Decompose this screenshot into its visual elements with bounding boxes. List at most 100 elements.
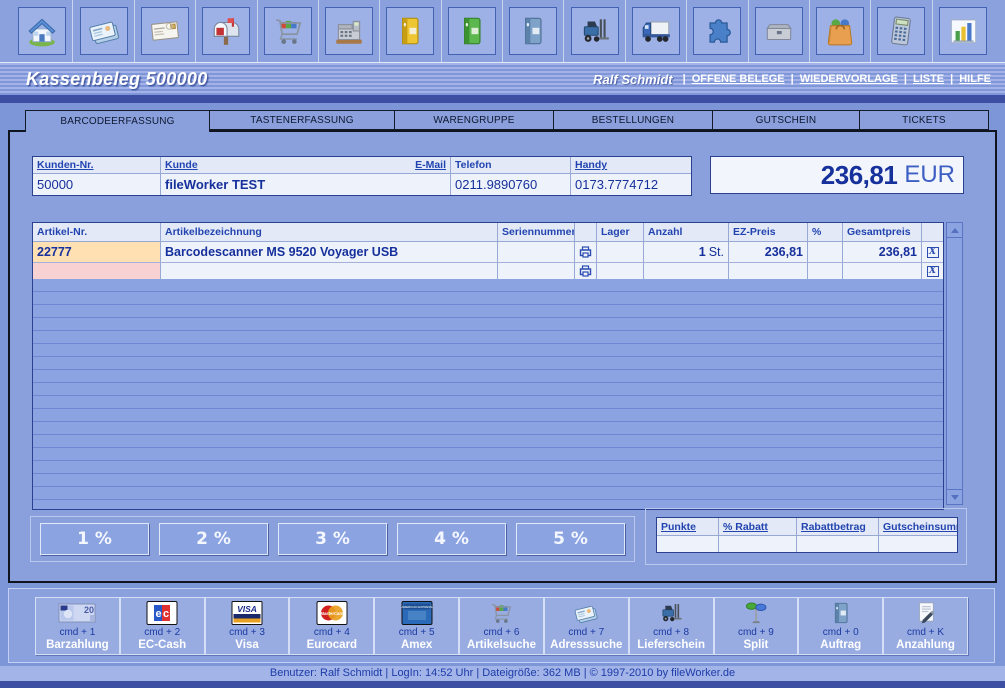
action-barzahlung-button[interactable]: 20cmd + 1Barzahlung	[35, 597, 120, 655]
action-visa-button[interactable]: VISAcmd + 3Visa	[205, 597, 290, 655]
customer-name-field[interactable]: fileWorker TEST	[161, 174, 451, 195]
tab-gutschein[interactable]: GUTSCHEIN	[712, 110, 860, 130]
toolbar-button-puzzle[interactable]	[693, 7, 741, 55]
tab-tickets[interactable]: TICKETS	[859, 110, 989, 130]
voucher-percent-header[interactable]: % Rabatt	[723, 521, 768, 533]
svg-text:c: c	[163, 608, 169, 620]
article-quantity-field[interactable]: 1St.	[644, 242, 729, 262]
toolbar-button-shopping-cart[interactable]	[264, 7, 312, 55]
voucher-amount-field[interactable]	[797, 536, 879, 552]
header-link-liste[interactable]: LISTE	[913, 73, 944, 85]
toolbar-button-shopping-bag[interactable]	[816, 7, 864, 55]
action-label: Split	[743, 639, 768, 652]
print-label-button[interactable]	[575, 242, 597, 262]
discount-2-percent-button[interactable]: 2 %	[159, 523, 268, 555]
customer-name-header[interactable]: Kunde	[165, 159, 198, 171]
toolbar-button-letter[interactable]	[141, 7, 189, 55]
toolbar-button-binder-yellow[interactable]	[386, 7, 434, 55]
article-unit-price-field[interactable]	[729, 263, 808, 279]
customer-mobile-field[interactable]: 0173.7774712	[571, 174, 691, 195]
print-label-button[interactable]	[575, 263, 597, 279]
shortcut-label: cmd + 6	[484, 626, 520, 639]
article-row-empty: X	[33, 263, 943, 279]
barcode-panel: Kunden-Nr. KundeE-Mail Telefon Handy 500…	[8, 130, 997, 583]
customer-mobile-header[interactable]: Handy	[575, 159, 607, 171]
col-delete	[922, 223, 943, 241]
toolbar-button-cash-register[interactable]	[325, 7, 373, 55]
article-quantity-field[interactable]	[644, 263, 729, 279]
delete-row-button[interactable]: X	[922, 263, 943, 279]
article-stock-field[interactable]	[597, 263, 644, 279]
delete-row-button[interactable]: X	[922, 242, 943, 262]
delete-x-icon[interactable]: X	[927, 247, 939, 258]
scroll-down-button[interactable]	[947, 489, 962, 504]
voucher-sum-field[interactable]	[879, 536, 957, 552]
article-unit-price-field[interactable]: 236,81	[729, 242, 808, 262]
tab-barcodeerfassung[interactable]: BARCODEERFASSUNG	[25, 110, 210, 132]
toolbar-button-binder-blue[interactable]	[509, 7, 557, 55]
toolbar-button-forklift[interactable]	[571, 7, 619, 55]
delete-x-icon[interactable]: X	[927, 266, 939, 277]
voucher-points-field[interactable]	[657, 536, 719, 552]
toolbar-cell	[809, 0, 870, 62]
action-ec-cash-button[interactable]: eccmd + 2EC-Cash	[120, 597, 205, 655]
tab-bestellungen[interactable]: BESTELLUNGEN	[553, 110, 713, 130]
toolbar-button-truck[interactable]	[632, 7, 680, 55]
voucher-amount-header[interactable]: Rabattbetrag	[801, 521, 866, 533]
discount-4-percent-button[interactable]: 4 %	[397, 523, 506, 555]
toolbar-button-calculator[interactable]	[877, 7, 925, 55]
printer-icon[interactable]	[579, 246, 592, 258]
tab-warengruppe[interactable]: WARENGRUPPE	[394, 110, 554, 130]
scroll-up-button[interactable]	[947, 223, 962, 238]
article-row: 22777 Barcodescanner MS 9520 Voyager USB…	[33, 242, 943, 263]
article-stock-field[interactable]	[597, 242, 644, 262]
voucher-sum-header[interactable]: Gutscheinsumme	[883, 521, 957, 533]
action-amex-button[interactable]: AMERICAN EXPRESScmd + 5Amex	[374, 597, 459, 655]
toolbar-button-bar-chart[interactable]	[939, 7, 987, 55]
action-adresssuche-button[interactable]: cmd + 7Adresssuche	[544, 597, 629, 655]
article-serial-field[interactable]	[498, 263, 575, 279]
total-amount: 236,81	[821, 160, 898, 191]
article-serial-field[interactable]	[498, 242, 575, 262]
action-artikelsuche-button[interactable]: cmd + 6Artikelsuche	[459, 597, 544, 655]
article-scrollbar[interactable]	[946, 222, 963, 505]
col-percent: %	[808, 223, 843, 241]
article-number-field[interactable]	[33, 263, 161, 279]
toolbar-button-toolbox[interactable]	[755, 7, 803, 55]
header-link-hilfe[interactable]: HILFE	[959, 73, 991, 85]
voucher-percent-field[interactable]	[719, 536, 797, 552]
customer-email-header[interactable]: E-Mail	[415, 159, 446, 171]
toolbar-button-address-cards[interactable]	[80, 7, 128, 55]
article-description-field[interactable]	[161, 263, 498, 279]
article-percent-field[interactable]	[808, 263, 843, 279]
action-eurocard-button[interactable]: MasterCardcmd + 4Eurocard	[289, 597, 374, 655]
article-total-field[interactable]: 236,81	[843, 242, 922, 262]
discount-3-percent-button[interactable]: 3 %	[278, 523, 387, 555]
header-link-wiedervorlage[interactable]: WIEDERVORLAGE	[800, 73, 898, 85]
customer-number-header[interactable]: Kunden-Nr.	[37, 159, 94, 171]
customer-number-field[interactable]: 50000	[33, 174, 161, 195]
discount-5-percent-button[interactable]: 5 %	[516, 523, 625, 555]
address-cards-icon	[87, 14, 121, 48]
discount-1-percent-button[interactable]: 1 %	[40, 523, 149, 555]
action-split-button[interactable]: cmd + 9Split	[714, 597, 799, 655]
article-number-field[interactable]: 22777	[33, 242, 161, 262]
action-anzahlung-button[interactable]: cmd + KAnzahlung	[883, 597, 968, 655]
voucher-points-header[interactable]: Punkte	[661, 521, 696, 533]
action-label: Amex	[401, 639, 432, 652]
action-auftrag-button[interactable]: cmd + 0Auftrag	[798, 597, 883, 655]
article-percent-field[interactable]	[808, 242, 843, 262]
article-total-field[interactable]	[843, 263, 922, 279]
toolbar-button-mailbox[interactable]	[202, 7, 250, 55]
toolbar-button-binder-green[interactable]	[448, 7, 496, 55]
header-link-offene-belege[interactable]: OFFENE BELEGE	[692, 73, 785, 85]
col-serial: Seriennummer	[498, 223, 575, 241]
printer-icon[interactable]	[579, 265, 592, 277]
article-description-field[interactable]: Barcodescanner MS 9520 Voyager USB	[161, 242, 498, 262]
col-print	[575, 223, 597, 241]
tab-tastenerfassung[interactable]: TASTENERFASSUNG	[209, 110, 395, 130]
toolbar-button-home[interactable]	[18, 7, 66, 55]
action-lieferschein-button[interactable]: cmd + 8Lieferschein	[629, 597, 714, 655]
toolbar-cell	[748, 0, 809, 62]
customer-phone-field[interactable]: 0211.9890760	[451, 174, 571, 195]
